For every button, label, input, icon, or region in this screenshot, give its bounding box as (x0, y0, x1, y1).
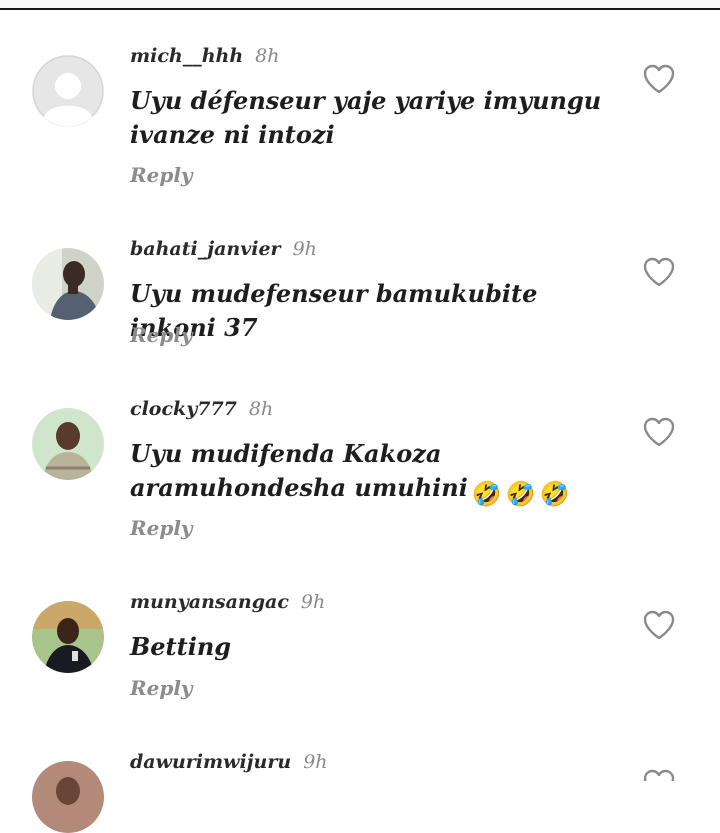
like-button[interactable] (642, 768, 676, 781)
timestamp: 8h (255, 45, 280, 67)
reply-button[interactable]: Reply (130, 516, 193, 540)
rolling-laughing-emoji: 🤣 (539, 479, 570, 508)
timestamp: 9h (292, 238, 317, 260)
comment-text: Betting (130, 632, 232, 661)
reply-button[interactable]: Reply (130, 676, 193, 700)
comment-text: Uyu mudefenseur bamukubite inkoni 37 (130, 279, 538, 342)
avatar[interactable] (32, 55, 104, 127)
timestamp: 8h (248, 398, 274, 420)
avatar[interactable] (32, 248, 104, 320)
reply-button[interactable]: Reply (130, 163, 193, 187)
avatar[interactable] (32, 408, 104, 480)
username[interactable]: mich__hhh (130, 45, 243, 67)
rolling-laughing-emoji: 🤣 (505, 479, 536, 508)
comment-header: mich__hhh 8h (130, 45, 279, 67)
reply-button[interactable]: Reply (130, 323, 193, 347)
comment-header: munyansangac 9h (130, 591, 325, 613)
heart-outline-icon (643, 769, 675, 781)
heart-outline-icon (643, 610, 675, 640)
comment-text: Uyu défenseur yaje yariye imyungu ivanze… (130, 86, 602, 149)
heart-outline-icon (643, 257, 675, 287)
like-button[interactable] (642, 416, 676, 448)
comment-header: bahati_janvier 9h (130, 238, 317, 260)
timestamp: 9h (300, 591, 326, 613)
avatar[interactable] (32, 601, 104, 673)
like-button[interactable] (642, 609, 676, 641)
avatar[interactable] (32, 761, 104, 833)
top-divider (0, 0, 720, 10)
timestamp: 9h (303, 751, 328, 773)
username[interactable]: munyansangac (130, 591, 289, 613)
comment-header: dawurimwijuru 9h (130, 751, 328, 773)
comment-text-body: Uyu mudifenda Kakoza aramuhondesha umuhi… (130, 439, 468, 502)
like-button[interactable] (642, 256, 676, 288)
username[interactable]: dawurimwijuru (130, 751, 291, 773)
heart-outline-icon (643, 417, 675, 447)
rolling-laughing-emoji: 🤣 (471, 479, 502, 508)
like-button[interactable] (642, 63, 676, 95)
heart-outline-icon (643, 64, 675, 94)
comment-text: Uyu mudifenda Kakoza aramuhondesha umuhi… (130, 437, 610, 508)
username[interactable]: bahati_janvier (130, 238, 281, 260)
username[interactable]: clocky777 (130, 398, 237, 420)
comment-header: clocky777 8h (130, 398, 273, 420)
